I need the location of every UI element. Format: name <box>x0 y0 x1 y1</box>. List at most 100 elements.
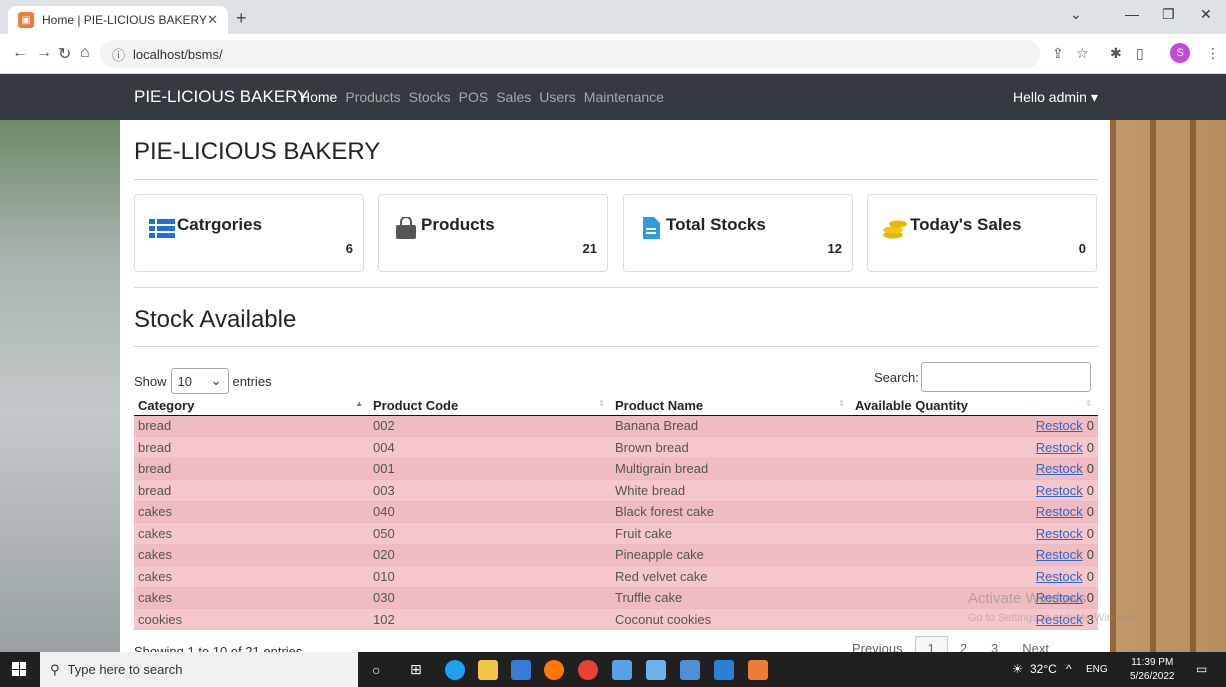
column-header-product-name[interactable]: Product Name ⇕ <box>611 396 851 416</box>
bookmark-star-icon[interactable]: ☆ <box>1076 45 1089 62</box>
windows-start-icon[interactable] <box>12 662 26 676</box>
reload-icon[interactable]: ↻ <box>58 44 71 64</box>
restock-link[interactable]: Restock <box>1036 569 1083 584</box>
nav-products[interactable]: Products <box>345 89 400 105</box>
cell-name: Red velvet cake <box>611 565 851 587</box>
extensions-icon[interactable]: ✱ <box>1110 45 1122 62</box>
table-row: cakes 020 Pineapple cake Restock 0 <box>134 543 1098 566</box>
card-todays-sales: Today's Sales 0 <box>867 194 1097 272</box>
tab-search-icon[interactable]: ⌄ <box>1070 6 1082 23</box>
card-value: 12 <box>827 241 842 256</box>
cell-code: 004 <box>369 436 611 458</box>
restock-link[interactable]: Restock <box>1036 418 1083 433</box>
column-header-available-quantity[interactable]: Available Quantity ⇕ <box>851 396 1098 416</box>
browser-tab[interactable]: ▣ Home | PIE-LICIOUS BAKERY ✕ <box>8 6 228 34</box>
app-icon[interactable] <box>646 660 666 680</box>
nav-home[interactable]: Home <box>300 89 337 105</box>
cell-category: cookies <box>134 608 369 630</box>
quantity-value: 0 <box>1086 418 1094 434</box>
xampp-icon[interactable] <box>748 660 768 680</box>
section-title: Stock Available <box>134 306 297 333</box>
chevron-up-icon[interactable]: ^ <box>1066 662 1072 676</box>
restock-link[interactable]: Restock <box>1036 461 1083 476</box>
quantity-value: 0 <box>1086 504 1094 520</box>
nav-maintenance[interactable]: Maintenance <box>584 89 664 105</box>
cell-category: bread <box>134 414 369 437</box>
restore-icon[interactable]: ❐ <box>1162 6 1175 23</box>
language-indicator[interactable]: ENG <box>1086 664 1108 675</box>
caret-down-icon: ▾ <box>1090 88 1098 105</box>
store-icon[interactable] <box>511 660 531 680</box>
clock-date: 5/26/2022 <box>1130 671 1175 682</box>
task-view-icon[interactable]: ⊞ <box>410 661 430 681</box>
back-icon[interactable]: ← <box>12 44 28 62</box>
quantity-value: 0 <box>1086 482 1094 498</box>
cell-category: bread <box>134 436 369 458</box>
clock-time: 11:39 PM <box>1131 657 1174 668</box>
site-info-icon[interactable]: ⓘ <box>112 45 125 64</box>
cell-name: Coconut cookies <box>611 608 851 630</box>
divider <box>134 287 1098 288</box>
edge-icon[interactable] <box>445 660 465 680</box>
shopping-bag-icon <box>396 217 416 239</box>
weather-temp[interactable]: 32°C <box>1030 662 1057 676</box>
brand-link[interactable]: PIE-LICIOUS BAKERY <box>134 87 308 107</box>
taskbar-clock[interactable]: 11:39 PM 5/26/2022 <box>1130 656 1175 684</box>
nav-sales[interactable]: Sales <box>496 89 531 105</box>
cortana-icon[interactable]: ○ <box>372 662 392 682</box>
cell-code: 030 <box>369 586 611 609</box>
quantity-value: 0 <box>1086 525 1094 541</box>
notification-icon[interactable]: ▭ <box>1196 662 1207 676</box>
vscode-icon[interactable] <box>714 660 734 680</box>
remote-desktop-icon[interactable] <box>680 660 700 680</box>
home-icon[interactable]: ⌂ <box>80 44 90 62</box>
chrome-icon[interactable] <box>578 660 598 680</box>
search-input[interactable] <box>920 362 1091 392</box>
minimize-icon[interactable]: — <box>1125 6 1139 22</box>
new-tab-icon[interactable]: + <box>236 8 247 29</box>
user-dropdown[interactable]: Hello admin ▾ <box>1013 89 1098 106</box>
cell-quantity: Restock 0 <box>851 500 1098 523</box>
close-window-icon[interactable]: ✕ <box>1200 6 1212 23</box>
restock-link[interactable]: Restock <box>1036 483 1083 498</box>
nav-pos[interactable]: POS <box>459 89 489 105</box>
cell-code: 040 <box>369 500 611 523</box>
sort-asc-icon: ▲ <box>355 399 363 408</box>
card-value: 21 <box>582 241 597 256</box>
cell-code: 050 <box>369 522 611 544</box>
column-header-product-code[interactable]: Product Code ⇕ <box>369 396 611 416</box>
forward-icon[interactable]: → <box>36 44 52 62</box>
file-explorer-icon[interactable] <box>478 660 498 680</box>
table-row: bread 004 Brown bread Restock 0 <box>134 436 1098 458</box>
sort-icon: ⇕ <box>838 399 845 408</box>
profile-avatar[interactable]: S <box>1170 43 1190 63</box>
share-icon[interactable]: ⇪ <box>1052 45 1064 62</box>
header-label: Product Name <box>615 397 704 413</box>
url-input[interactable]: ⓘ localhost/bsms/ <box>100 40 1040 68</box>
background-right-shelves <box>1110 120 1226 652</box>
restock-link[interactable]: Restock <box>1036 547 1083 562</box>
cell-code: 002 <box>369 414 611 437</box>
quantity-value: 0 <box>1086 590 1094 606</box>
quantity-value: 0 <box>1086 568 1094 584</box>
cell-name: Black forest cake <box>611 500 851 523</box>
cell-name: Pineapple cake <box>611 543 851 566</box>
taskbar-search-input[interactable]: ⚲ Type here to search <box>40 652 358 687</box>
entries-select[interactable]: 10 ⌄ <box>170 368 229 394</box>
side-panel-icon[interactable]: ▯ <box>1136 45 1144 62</box>
photos-icon[interactable] <box>612 660 632 680</box>
weather-icon[interactable]: ☀ <box>1012 662 1023 676</box>
restock-link[interactable]: Restock <box>1036 504 1083 519</box>
menu-kebab-icon[interactable]: ⋮ <box>1206 45 1220 62</box>
header-label: Category <box>138 397 195 413</box>
restock-link[interactable]: Restock <box>1036 526 1083 541</box>
cell-name: Brown bread <box>611 436 851 458</box>
column-header-category[interactable]: Category ▲ <box>134 396 369 416</box>
tab-close-icon[interactable]: ✕ <box>207 12 218 28</box>
nav-users[interactable]: Users <box>539 89 576 105</box>
address-bar: ← → ↻ ⌂ ⓘ localhost/bsms/ ⇪ ☆ ✱ ▯ S ⋮ <box>0 34 1226 74</box>
nav-stocks[interactable]: Stocks <box>409 89 451 105</box>
cell-name: Fruit cake <box>611 522 851 544</box>
firefox-icon[interactable] <box>544 660 564 680</box>
restock-link[interactable]: Restock <box>1036 440 1083 455</box>
